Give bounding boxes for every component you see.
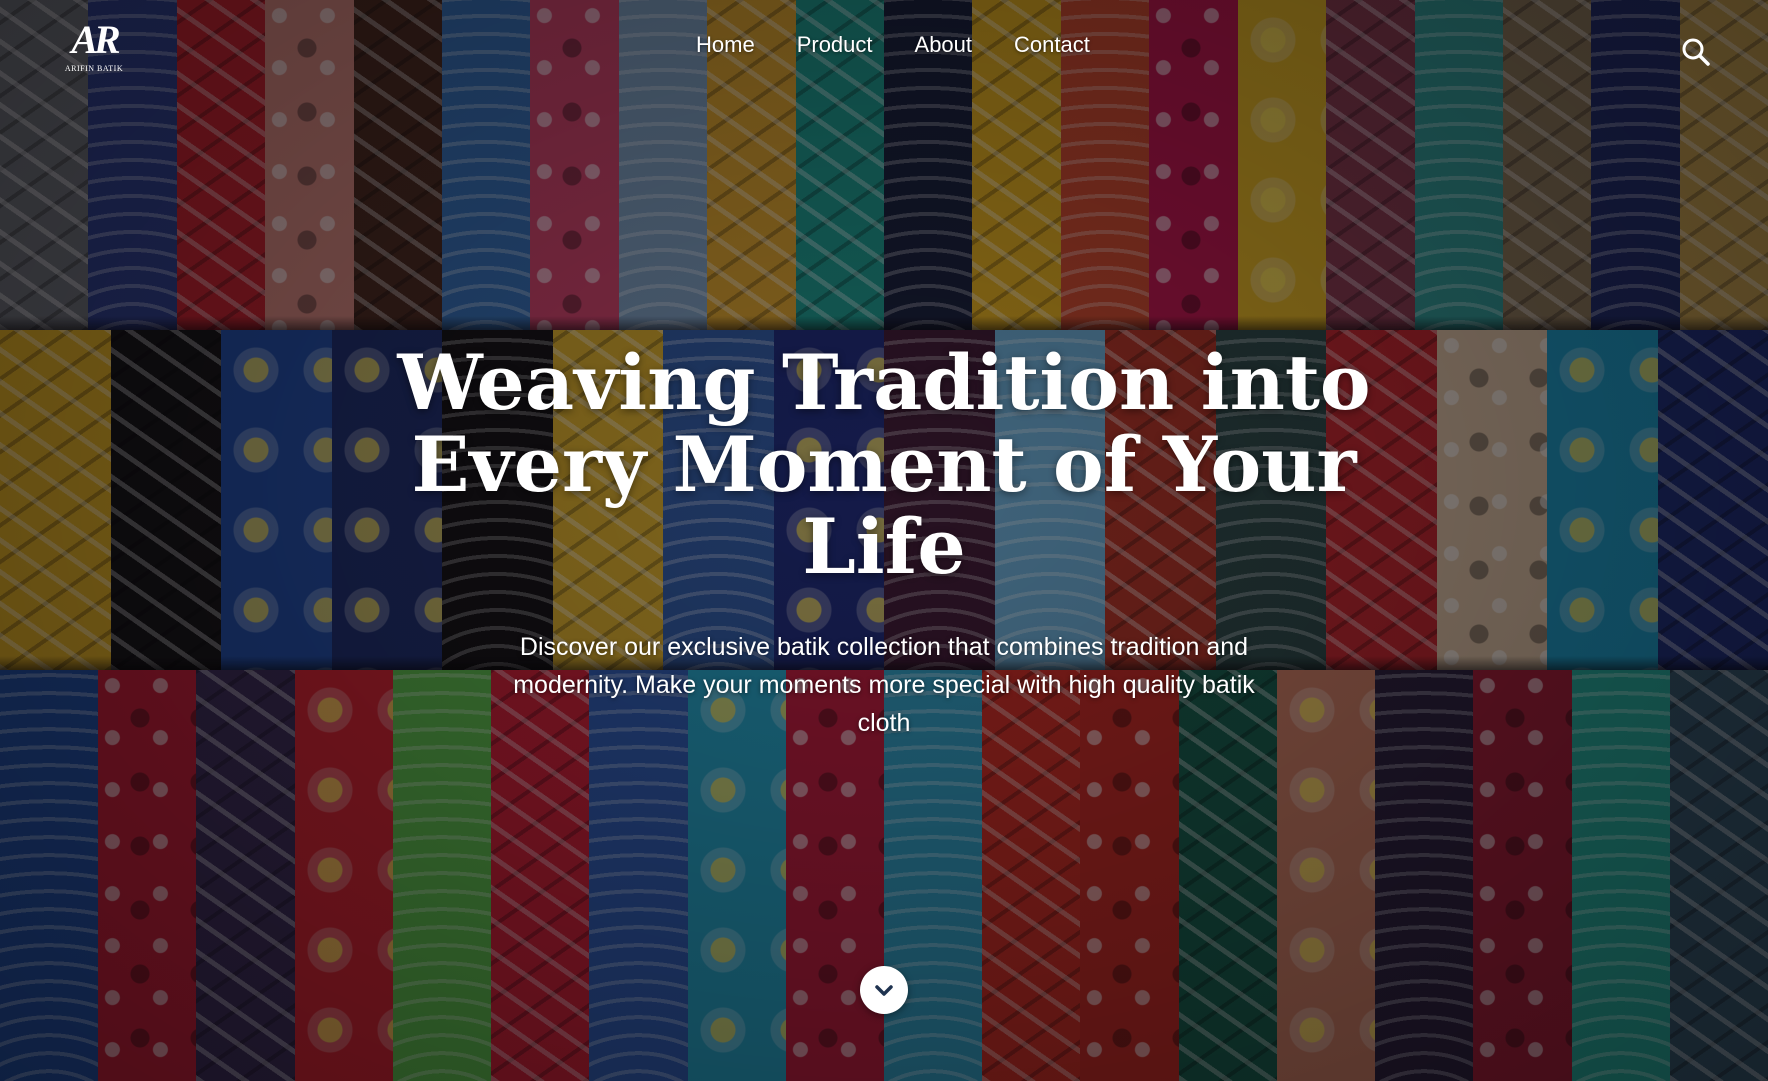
- hero-section: AR Arifin Batik Home Product About Conta…: [0, 0, 1768, 1081]
- brand-logo[interactable]: AR Arifin Batik: [58, 20, 130, 80]
- top-navigation: AR Arifin Batik Home Product About Conta…: [0, 0, 1768, 100]
- hero-title: Weaving Tradition into Every Moment of Y…: [397, 338, 1371, 591]
- hero-content: Weaving Tradition into Every Moment of Y…: [384, 342, 1384, 742]
- nav-home[interactable]: Home: [696, 32, 755, 58]
- chevron-down-icon: [875, 985, 893, 996]
- hero-subtitle: Discover our exclusive batik collection …: [513, 633, 1255, 737]
- logo-mark: AR: [71, 17, 120, 62]
- nav-product[interactable]: Product: [797, 32, 873, 58]
- logo-text: Arifin Batik: [64, 64, 124, 73]
- main-menu: Home Product About Contact: [696, 32, 1090, 58]
- search-icon[interactable]: [1680, 36, 1712, 68]
- scroll-down-button[interactable]: [860, 966, 908, 1014]
- nav-about[interactable]: About: [915, 32, 973, 58]
- nav-contact[interactable]: Contact: [1014, 32, 1090, 58]
